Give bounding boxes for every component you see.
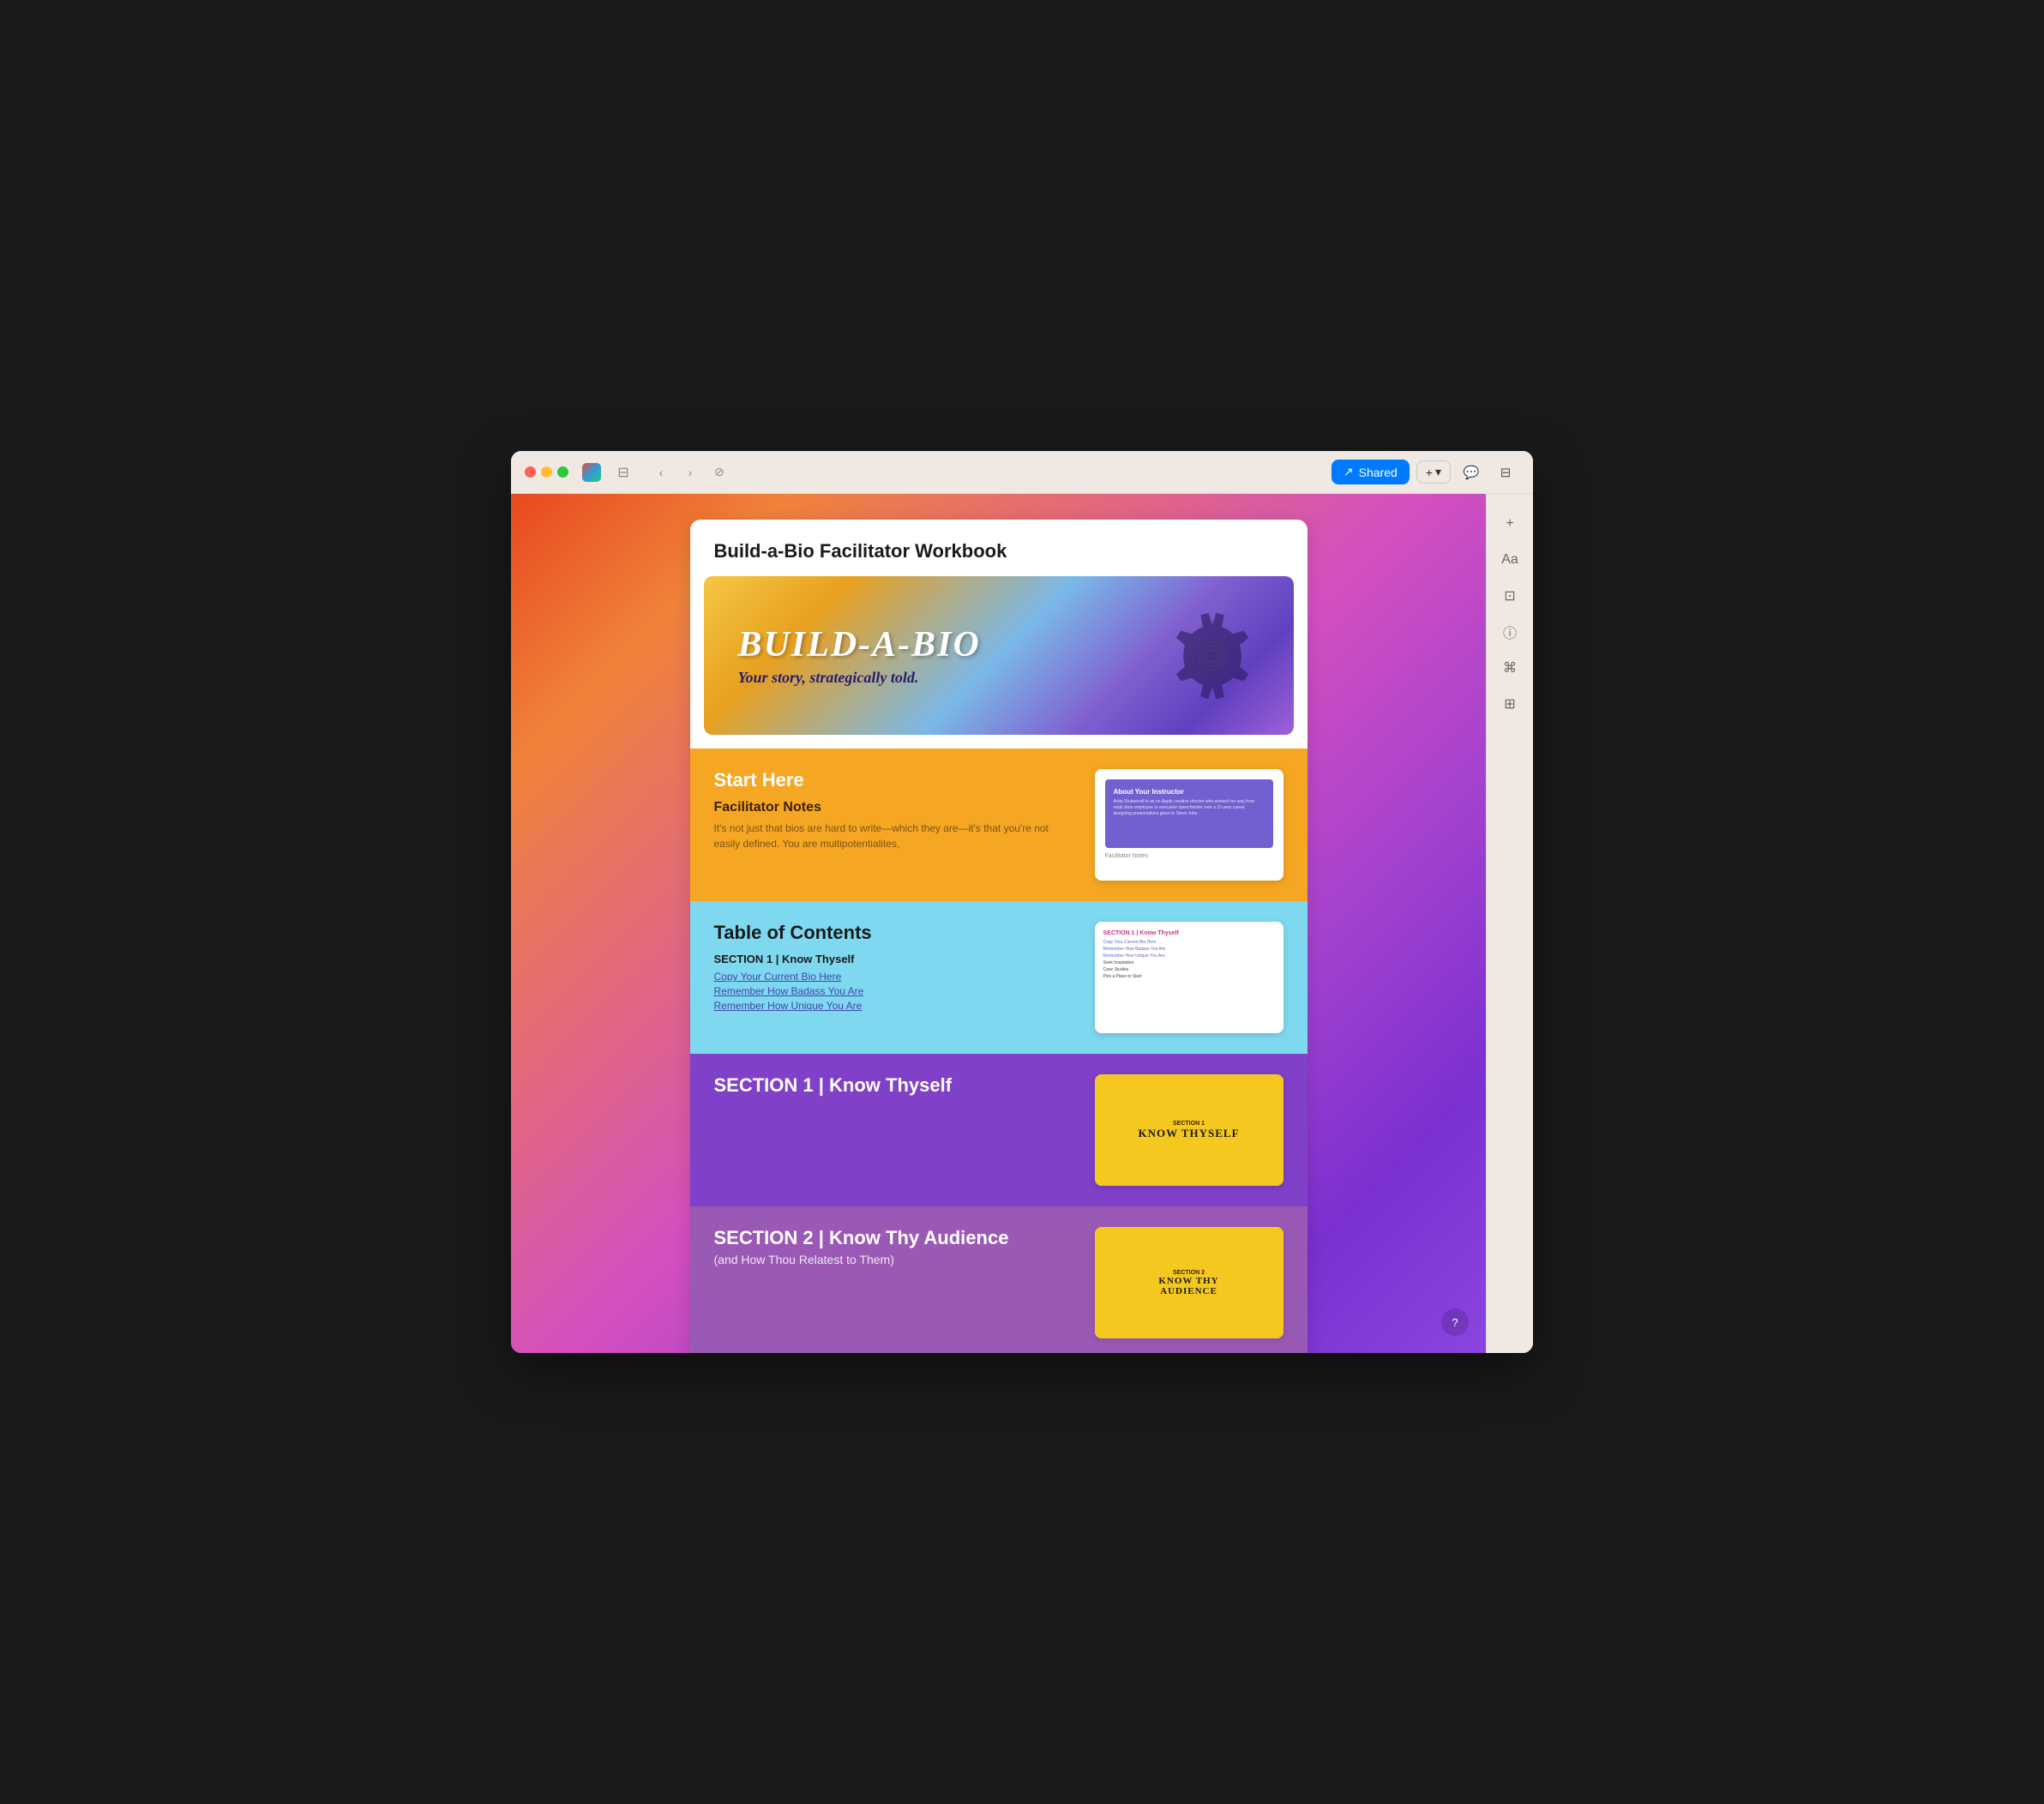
view-toggle-button[interactable]: ⊟ bbox=[1492, 459, 1519, 486]
toc-content: Table of Contents SECTION 1 | Know Thyse… bbox=[714, 922, 1078, 1014]
toc-item-1[interactable]: Copy Your Current Bio Here bbox=[714, 971, 1078, 983]
section2-preview: SECTION 2 KNOW THY AUDIENCE bbox=[1095, 1227, 1284, 1338]
thumb-s1-title: KNOW THYSELF bbox=[1138, 1127, 1239, 1140]
chevron-icon: ▾ bbox=[1435, 465, 1441, 479]
close-button[interactable] bbox=[525, 466, 536, 478]
hero-banner: BUILD-A-BIO Your story, strategically to… bbox=[704, 576, 1294, 735]
toc-item-3[interactable]: Remember How Unique You Are bbox=[714, 1000, 1078, 1012]
shared-button[interactable]: ↗ Shared bbox=[1332, 460, 1410, 484]
content-background: Build-a-Bio Facilitator Workbook BUILD-A… bbox=[511, 494, 1486, 1353]
back-button[interactable]: ‹ bbox=[649, 460, 673, 484]
thumb-toc-item-2: Remember How Badass You Are bbox=[1103, 947, 1275, 952]
section2-title: SECTION 2 | Know Thy Audience bbox=[714, 1227, 1078, 1249]
minimize-button[interactable] bbox=[541, 466, 552, 478]
thumb-toc-item-3: Remember How Unique You Are bbox=[1103, 953, 1275, 959]
document: Build-a-Bio Facilitator Workbook BUILD-A… bbox=[690, 520, 1308, 1353]
facilitator-notes-label: Facilitator Notes bbox=[714, 800, 1078, 815]
section1-card: SECTION 1 | Know Thyself SECTION 1 KNOW … bbox=[690, 1054, 1308, 1206]
shared-label: Shared bbox=[1359, 466, 1398, 479]
section2-card: SECTION 2 | Know Thy Audience (and How T… bbox=[690, 1206, 1308, 1353]
start-here-title: Start Here bbox=[714, 769, 1078, 791]
browser-window: ⊟ ‹ › ⊘ ↗ Shared + ▾ 💬 ⊟ Build-a- bbox=[511, 451, 1533, 1353]
toc-section1-label: SECTION 1 | Know Thyself bbox=[714, 953, 1078, 965]
toc-title: Table of Contents bbox=[714, 922, 1078, 944]
thumb-about-text: Anita Stubenvoll is an ex-Apple creative… bbox=[1114, 799, 1265, 817]
start-thumb-content: About Your Instructor Anita Stubenvoll i… bbox=[1095, 769, 1284, 881]
font-button[interactable]: Aa bbox=[1494, 544, 1526, 576]
image-button[interactable]: ⊡ bbox=[1494, 580, 1526, 612]
share-icon: ↗ bbox=[1344, 465, 1354, 479]
sidebar-toggle[interactable]: ⊟ bbox=[611, 460, 635, 484]
gear-icon bbox=[1165, 609, 1259, 703]
hero-title: BUILD-A-BIO bbox=[738, 624, 981, 665]
toc-item-2[interactable]: Remember How Badass You Are bbox=[714, 985, 1078, 997]
toc-section: Table of Contents SECTION 1 | Know Thyse… bbox=[690, 901, 1308, 1054]
app-icon bbox=[582, 463, 601, 482]
thumb-about-title: About Your Instructor bbox=[1114, 788, 1265, 796]
facilitator-notes-text: It's not just that bios are hard to writ… bbox=[714, 821, 1078, 851]
add-button[interactable]: + ▾ bbox=[1416, 460, 1451, 484]
section2-subtitle: (and How Thou Relatest to Them) bbox=[714, 1253, 1078, 1266]
title-bar-right: ↗ Shared + ▾ 💬 ⊟ bbox=[1332, 459, 1519, 486]
toc-thumb-content: SECTION 1 | Know Thyself Copy Your Curre… bbox=[1095, 922, 1284, 1033]
start-here-content: Start Here Facilitator Notes It's not ju… bbox=[714, 769, 1078, 851]
toc-preview: SECTION 1 | Know Thyself Copy Your Curre… bbox=[1095, 922, 1284, 1033]
start-here-preview: About Your Instructor Anita Stubenvoll i… bbox=[1095, 769, 1284, 881]
help-button[interactable]: ? bbox=[1441, 1308, 1469, 1336]
thumb-toc-item-6: Pick a Place to Start bbox=[1103, 974, 1275, 979]
thumb-s2-title: KNOW THY AUDIENCE bbox=[1158, 1276, 1218, 1296]
thumb-toc-item-4: Seek Inspiration bbox=[1103, 960, 1275, 965]
thumb-toc-item-1: Copy Your Current Bio Here bbox=[1103, 940, 1275, 945]
shortcut-button[interactable]: ⌘ bbox=[1494, 652, 1526, 684]
hero-text: BUILD-A-BIO Your story, strategically to… bbox=[738, 624, 981, 687]
nav-buttons: ‹ › ⊘ bbox=[649, 460, 731, 484]
maximize-button[interactable] bbox=[557, 466, 568, 478]
document-title: Build-a-Bio Facilitator Workbook bbox=[690, 520, 1308, 576]
section1-title: SECTION 1 | Know Thyself bbox=[714, 1074, 1078, 1097]
forward-button[interactable]: › bbox=[678, 460, 702, 484]
section2-content: SECTION 2 | Know Thy Audience (and How T… bbox=[714, 1227, 1078, 1266]
hero-subtitle: Your story, strategically told. bbox=[738, 669, 981, 687]
right-toolbar: + Aa ⊡ ⓘ ⌘ ⊞ bbox=[1486, 494, 1533, 1353]
section1-content: SECTION 1 | Know Thyself bbox=[714, 1074, 1078, 1097]
section1-preview: SECTION 1 KNOW THYSELF bbox=[1095, 1074, 1284, 1186]
traffic-lights bbox=[525, 466, 568, 478]
add-element-button[interactable]: + bbox=[1494, 508, 1526, 540]
main-area: Build-a-Bio Facilitator Workbook BUILD-A… bbox=[511, 494, 1533, 1353]
thumb-s1-label: SECTION 1 bbox=[1173, 1121, 1205, 1127]
info-button[interactable]: ⓘ bbox=[1494, 616, 1526, 648]
plus-icon: + bbox=[1426, 466, 1433, 479]
thumb-toc-section-label: SECTION 1 | Know Thyself bbox=[1103, 930, 1275, 936]
comment-button[interactable]: 💬 bbox=[1458, 459, 1485, 486]
thumb-s2-label: SECTION 2 bbox=[1173, 1270, 1205, 1276]
thumb-toc-item-5: Case Studies bbox=[1103, 967, 1275, 972]
section1-thumb-content: SECTION 1 KNOW THYSELF bbox=[1095, 1074, 1284, 1186]
start-here-section: Start Here Facilitator Notes It's not ju… bbox=[690, 749, 1308, 901]
section2-thumb-content: SECTION 2 KNOW THY AUDIENCE bbox=[1095, 1227, 1284, 1338]
refresh-button[interactable]: ⊘ bbox=[707, 460, 731, 484]
thumb-footer-label: Facilitator Notes bbox=[1105, 848, 1273, 859]
grid-button[interactable]: ⊞ bbox=[1494, 688, 1526, 720]
title-bar: ⊟ ‹ › ⊘ ↗ Shared + ▾ 💬 ⊟ bbox=[511, 451, 1533, 494]
